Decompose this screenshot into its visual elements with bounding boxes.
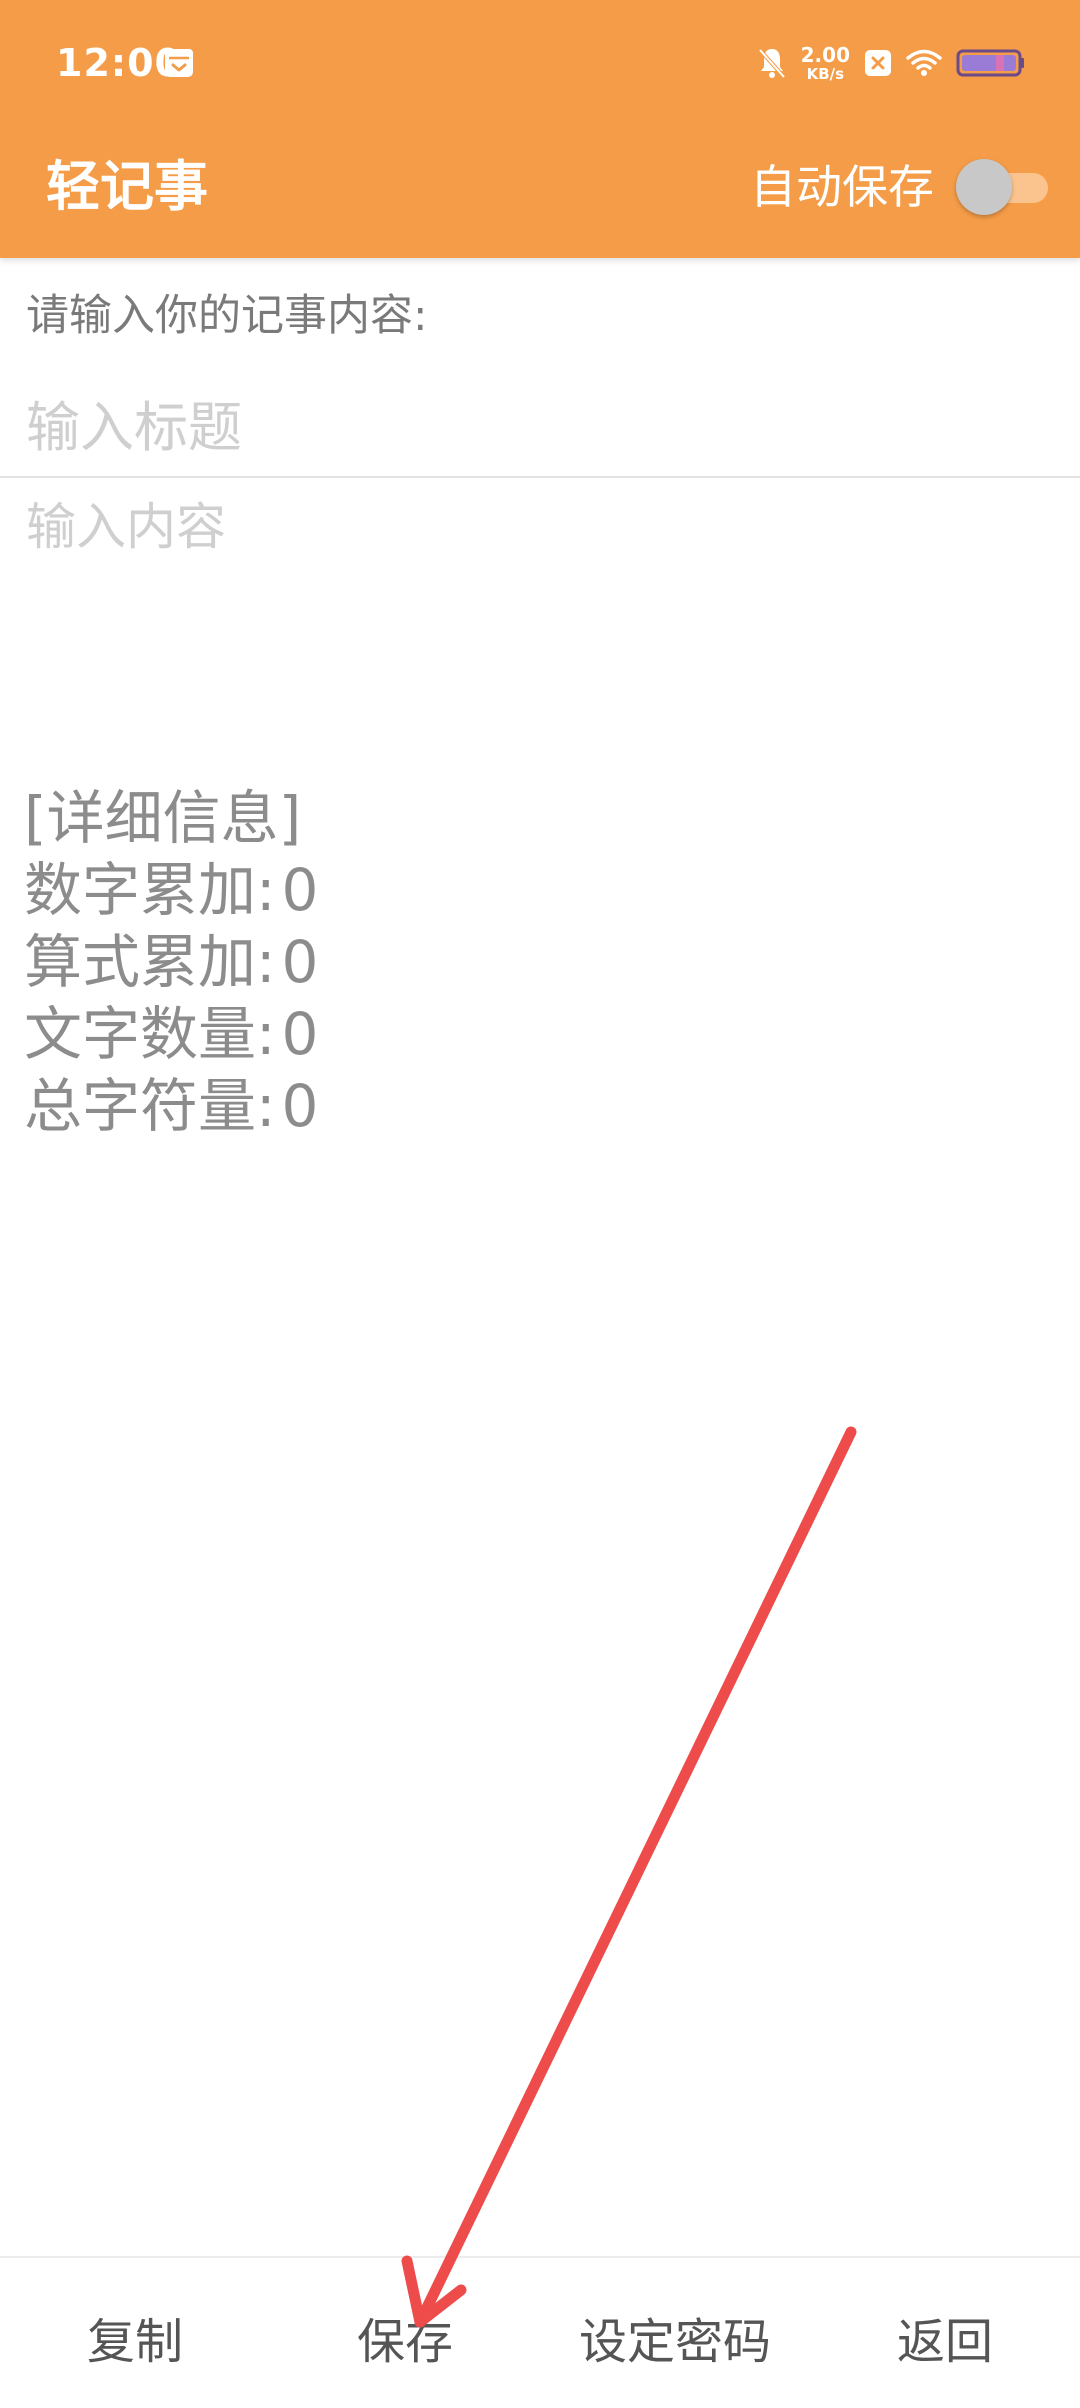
autosave-control: 自动保存 xyxy=(750,152,1050,222)
header: 12:00 2.00 KB/s 轻记事 自动保存 xyxy=(0,0,1080,258)
stat-row-word-count: 文字数量: 0 xyxy=(24,998,318,1070)
net-speed-value: 2.00 xyxy=(800,42,850,67)
details-panel: [详细信息] 数字累加: 0 算式累加: 0 文字数量: 0 总字符量: 0 xyxy=(24,782,318,1142)
calendar-icon xyxy=(164,48,194,78)
bottom-action-bar: 复制 保存 设定密码 返回 xyxy=(0,2256,1080,2408)
title-input[interactable] xyxy=(0,378,1080,478)
status-bar: 12:00 2.00 KB/s xyxy=(0,0,1080,126)
set-password-button[interactable]: 设定密码 xyxy=(570,2310,780,2374)
network-speed: 2.00 KB/s xyxy=(801,45,850,82)
note-editor-screen: 12:00 2.00 KB/s 轻记事 自动保存 请输入你的记事内容: 输入标题… xyxy=(0,0,1080,2408)
stat-row-formula-sum: 算式累加: 0 xyxy=(24,926,318,998)
details-heading: [详细信息] xyxy=(24,784,302,852)
stat-label: 总字符量: xyxy=(24,1072,276,1140)
stat-value: 0 xyxy=(281,856,319,924)
stat-row-char-count: 总字符量: 0 xyxy=(24,1070,318,1142)
stat-value: 0 xyxy=(281,1000,319,1068)
prompt-label: 请输入你的记事内容: xyxy=(26,291,428,341)
app-title: 轻记事 xyxy=(46,155,208,218)
stat-label: 算式累加: xyxy=(24,928,276,996)
stat-label: 数字累加: xyxy=(24,856,276,924)
status-icons: 2.00 KB/s xyxy=(757,40,1026,86)
back-button[interactable]: 返回 xyxy=(880,2310,1010,2374)
autosave-toggle[interactable] xyxy=(956,159,1050,215)
stat-value: 0 xyxy=(281,1072,319,1140)
autosave-label: 自动保存 xyxy=(750,160,934,214)
close-box-icon xyxy=(864,49,892,77)
battery-icon xyxy=(956,48,1026,78)
annotation-arrow xyxy=(401,1426,857,2328)
content-input[interactable] xyxy=(0,494,1080,754)
net-speed-unit: KB/s xyxy=(806,64,845,83)
bell-muted-icon xyxy=(757,46,787,80)
copy-button[interactable]: 复制 xyxy=(70,2310,200,2374)
app-bar: 轻记事 自动保存 xyxy=(0,126,1080,258)
save-button[interactable]: 保存 xyxy=(340,2310,470,2374)
stat-label: 文字数量: xyxy=(24,1000,276,1068)
toggle-thumb xyxy=(956,159,1012,215)
wifi-icon xyxy=(906,48,942,78)
stat-row-number-sum: 数字累加: 0 xyxy=(24,854,318,926)
stat-value: 0 xyxy=(281,928,319,996)
